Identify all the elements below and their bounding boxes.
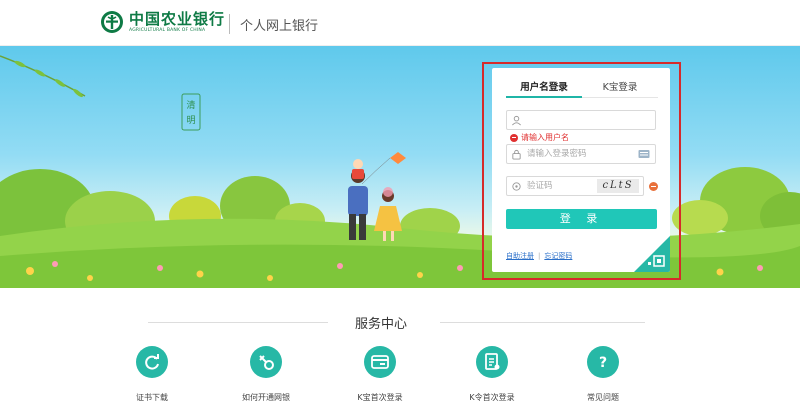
login-button[interactable]: 登 录 — [506, 209, 657, 229]
user-icon — [512, 115, 521, 126]
service-label: K令首次登录 — [469, 393, 515, 402]
service-divider-right — [440, 322, 645, 323]
lock-icon — [512, 149, 521, 160]
service-faq[interactable]: ? 常见问题 — [563, 346, 643, 403]
service-how-to-open[interactable]: 如何开通网银 — [226, 346, 306, 403]
password-input[interactable] — [527, 147, 635, 161]
document-icon — [476, 346, 508, 378]
username-error-text: 请输入用户名 — [521, 133, 569, 142]
site-name: 个人网上银行 — [240, 19, 319, 34]
service-label: 证书下载 — [136, 393, 168, 402]
qr-login-corner-icon[interactable] — [634, 236, 670, 272]
password-field[interactable] — [506, 144, 656, 164]
header: 中国农业银行 AGRICULTURAL BANK OF CHINA 个人网上银行 — [0, 0, 800, 46]
username-input[interactable] — [527, 113, 635, 127]
captcha-field[interactable]: cLtS — [506, 176, 644, 196]
refresh-icon — [136, 346, 168, 378]
login-card: 用户名登录 K宝登录 请输入用户名 cLtS — [492, 68, 670, 272]
question-icon: ? — [587, 346, 619, 378]
service-kbao-first-login[interactable]: K宝首次登录 — [340, 346, 420, 403]
service-kling-first-login[interactable]: K令首次登录 — [452, 346, 532, 403]
self-register-link[interactable]: 自助注册 — [506, 251, 534, 261]
link-separator: | — [538, 252, 541, 260]
error-icon — [510, 133, 518, 142]
username-field[interactable] — [506, 110, 656, 130]
username-error: 请输入用户名 — [510, 132, 569, 143]
festival-badge-char-1: 清 — [186, 99, 195, 111]
login-tabs: 用户名登录 K宝登录 — [506, 74, 658, 98]
service-label: K宝首次登录 — [357, 393, 403, 402]
service-center-title: 服务中心 — [354, 317, 407, 332]
header-divider — [229, 14, 230, 34]
key-icon — [250, 346, 282, 378]
forgot-password-link[interactable]: 忘记密码 — [544, 251, 572, 261]
service-label: 如何开通网银 — [242, 393, 290, 402]
captcha-image[interactable]: cLtS — [597, 179, 639, 193]
bank-name-en: AGRICULTURAL BANK OF CHINA — [129, 27, 206, 33]
abc-logo-icon — [101, 11, 123, 33]
card-icon — [364, 346, 396, 378]
svg-text:?: ? — [599, 355, 607, 371]
captcha-icon — [512, 182, 521, 191]
tab-kbao-login[interactable]: K宝登录 — [582, 79, 658, 93]
login-links: 自助注册 | 忘记密码 — [506, 251, 572, 261]
service-cert-download[interactable]: 证书下载 — [112, 346, 192, 403]
abc-logo[interactable]: 中国农业银行 AGRICULTURAL BANK OF CHINA — [100, 10, 225, 34]
tab-username-login[interactable]: 用户名登录 — [506, 79, 582, 93]
festival-badge-char-2: 明 — [186, 115, 195, 126]
captcha-clear-icon[interactable] — [649, 182, 658, 191]
service-divider-left — [148, 322, 328, 323]
keyboard-icon[interactable] — [638, 149, 650, 159]
active-tab-indicator — [506, 96, 582, 98]
bank-name-cn: 中国农业银行 — [129, 9, 226, 28]
service-label: 常见问题 — [587, 393, 619, 402]
